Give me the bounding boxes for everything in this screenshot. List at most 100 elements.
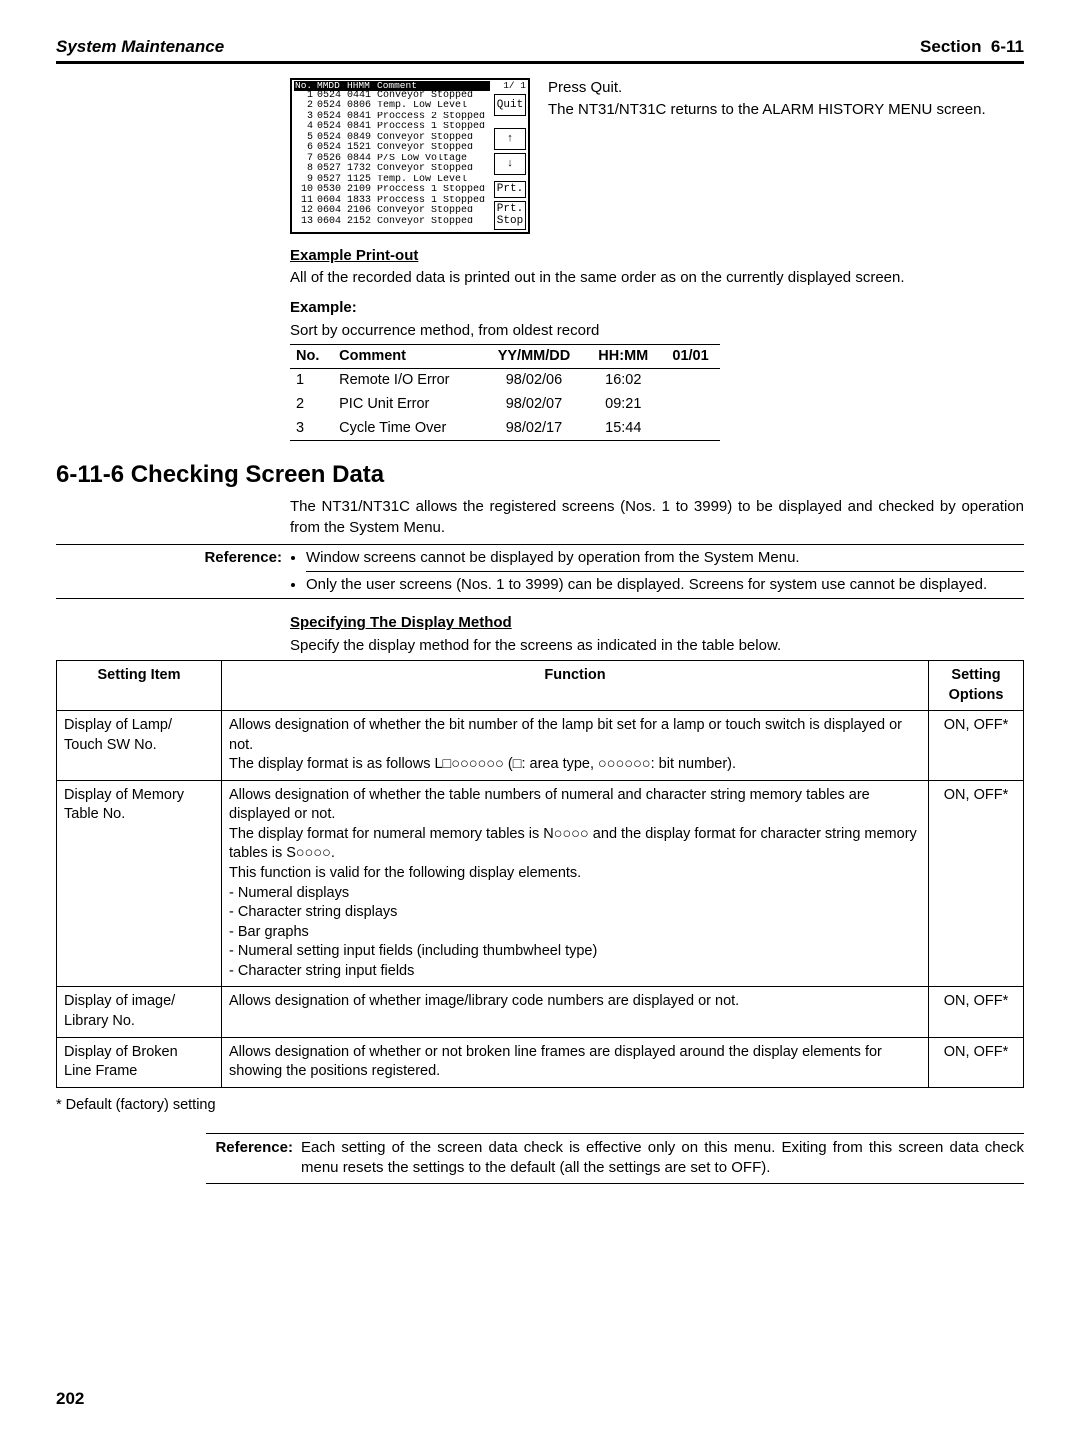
quit-button[interactable]: Quit: [494, 94, 526, 116]
settings-th-item: Setting Item: [57, 660, 222, 710]
settings-cell-item: Display of Memory Table No.: [57, 780, 222, 987]
alarm-row: 13 0604 2152 Conveyor Stopped: [294, 217, 490, 228]
spec-para: Specify the display method for the scree…: [290, 636, 1024, 656]
example-printout-section: Example Print-out All of the recorded da…: [290, 246, 1024, 441]
bottom-reference-text: Each setting of the screen data check is…: [301, 1138, 1024, 1179]
example-sort-desc: Sort by occurrence method, from oldest r…: [290, 321, 1024, 341]
header-section-label: Section: [920, 37, 981, 56]
scroll-down-button[interactable]: ↓: [494, 153, 526, 175]
alarm-row-comment: Proccess 1 Stopped: [377, 185, 489, 196]
page-header: System Maintenance Section 6-11: [56, 36, 1024, 64]
example-row: 2PIC Unit Error98/02/0709:21: [290, 393, 720, 417]
ex-th-date: YY/MM/DD: [482, 344, 585, 369]
alarm-row-time: 2152: [347, 217, 373, 228]
alarm-row-comment: Proccess 1 Stopped: [377, 122, 489, 133]
ex-cell-no: 3: [290, 417, 333, 441]
settings-th-opt: Setting Options: [929, 660, 1024, 710]
ex-th-no: No.: [290, 344, 333, 369]
reference-list: Window screens cannot be displayed by op…: [290, 548, 1024, 596]
ex-cell-date: 98/02/07: [482, 393, 585, 417]
ex-cell-blank: [661, 369, 720, 393]
page-counter: 1/ 1: [494, 81, 526, 91]
alarm-row-comment: Conveyor Stopped: [377, 206, 489, 217]
settings-cell-func: Allows designation of whether the table …: [222, 780, 929, 987]
alarm-row-no: 13: [295, 217, 313, 228]
specifying-display-method: Specifying The Display Method Specify th…: [290, 613, 1024, 656]
alarm-history-list: No. MMDD HHMM Comment 105240441Conveyor …: [292, 80, 492, 232]
header-section-number: 6-11: [991, 37, 1024, 56]
ex-cell-time: 16:02: [586, 369, 662, 393]
instruction-line-1: Press Quit.: [548, 78, 1024, 98]
ex-th-page: 01/01: [661, 344, 720, 369]
alarm-row-comment: Conveyor Stopped: [377, 164, 489, 175]
alarm-row-comment: P/S Low Voltage: [377, 154, 489, 165]
print-stop-button[interactable]: Prt. Stop: [494, 201, 526, 230]
settings-th-func: Function: [222, 660, 929, 710]
ex-cell-blank: [661, 393, 720, 417]
alarm-row-comment: Temp. Low Level: [377, 101, 489, 112]
header-right: Section 6-11: [920, 36, 1024, 59]
ex-th-time: HH:MM: [586, 344, 662, 369]
example-label: Example:: [290, 298, 1024, 318]
alarm-history-device-screen: No. MMDD HHMM Comment 105240441Conveyor …: [290, 78, 530, 234]
reference-item: Window screens cannot be displayed by op…: [306, 548, 1024, 572]
ex-cell-date: 98/02/06: [482, 369, 585, 393]
reference-label: Reference:: [186, 548, 282, 568]
reference-block: Reference: Window screens cannot be disp…: [56, 544, 1024, 600]
settings-row: Display of Broken Line FrameAllows desig…: [57, 1037, 1024, 1087]
ex-cell-time: 15:44: [586, 417, 662, 441]
alarm-history-side-buttons: 1/ 1 Quit ↑ ↓ Prt. Prt. Stop: [492, 80, 528, 232]
alarm-history-instructions: Press Quit. The NT31/NT31C returns to th…: [548, 78, 1024, 123]
settings-row: Display of image/ Library No.Allows desi…: [57, 987, 1024, 1037]
print-button[interactable]: Prt.: [494, 181, 526, 198]
settings-cell-func: Allows designation of whether the bit nu…: [222, 711, 929, 781]
page-number: 202: [56, 1388, 84, 1411]
settings-cell-func: Allows designation of whether or not bro…: [222, 1037, 929, 1087]
alarm-row-comment: Temp. Low Level: [377, 175, 489, 186]
alarm-row-comment: Conveyor Stopped: [377, 91, 489, 102]
bottom-reference: Reference: Each setting of the screen da…: [206, 1133, 1024, 1184]
alarm-history-screenshot-row: No. MMDD HHMM Comment 105240441Conveyor …: [290, 78, 1024, 234]
ex-cell-blank: [661, 417, 720, 441]
settings-row: Display of Lamp/ Touch SW No.Allows desi…: [57, 711, 1024, 781]
settings-footnote: * Default (factory) setting: [56, 1096, 1024, 1116]
settings-row: Display of Memory Table No.Allows design…: [57, 780, 1024, 987]
example-row: 3Cycle Time Over98/02/1715:44: [290, 417, 720, 441]
alarm-row-date: 0604: [317, 217, 343, 228]
settings-cell-opt: ON, OFF*: [929, 780, 1024, 987]
alarm-row-comment: Conveyor Stopped: [377, 217, 489, 228]
ex-cell-comment: PIC Unit Error: [333, 393, 482, 417]
ex-th-comment: Comment: [333, 344, 482, 369]
alarm-row-comment: Conveyor Stopped: [377, 143, 489, 154]
example-printout-para: All of the recorded data is printed out …: [290, 268, 1024, 288]
settings-cell-func: Allows designation of whether image/libr…: [222, 987, 929, 1037]
section-heading: 6-11-6 Checking Screen Data: [56, 459, 1024, 491]
settings-cell-opt: ON, OFF*: [929, 987, 1024, 1037]
settings-cell-item: Display of Broken Line Frame: [57, 1037, 222, 1087]
example-row: 1Remote I/O Error98/02/0616:02: [290, 369, 720, 393]
section-intro: The NT31/NT31C allows the registered scr…: [290, 497, 1024, 538]
settings-cell-opt: ON, OFF*: [929, 711, 1024, 781]
spec-heading: Specifying The Display Method: [290, 613, 1024, 633]
ex-cell-comment: Cycle Time Over: [333, 417, 482, 441]
bottom-reference-label: Reference:: [206, 1138, 293, 1179]
settings-cell-item: Display of image/ Library No.: [57, 987, 222, 1037]
alarm-row-comment: Conveyor Stopped: [377, 133, 489, 144]
alarm-row-comment: Proccess 1 Stopped: [377, 196, 489, 207]
ex-cell-no: 2: [290, 393, 333, 417]
example-table: No. Comment YY/MM/DD HH:MM 01/01 1Remote…: [290, 344, 720, 441]
col-comment: Comment: [377, 81, 489, 91]
reference-item: Only the user screens (Nos. 1 to 3999) c…: [306, 575, 1024, 595]
example-printout-heading: Example Print-out: [290, 246, 1024, 266]
settings-table: Setting Item Function Setting Options Di…: [56, 660, 1024, 1088]
instruction-line-2: The NT31/NT31C returns to the ALARM HIST…: [548, 100, 1024, 120]
header-left: System Maintenance: [56, 36, 224, 59]
ex-cell-no: 1: [290, 369, 333, 393]
ex-cell-date: 98/02/17: [482, 417, 585, 441]
settings-cell-opt: ON, OFF*: [929, 1037, 1024, 1087]
ex-cell-time: 09:21: [586, 393, 662, 417]
ex-cell-comment: Remote I/O Error: [333, 369, 482, 393]
settings-cell-item: Display of Lamp/ Touch SW No.: [57, 711, 222, 781]
scroll-up-button[interactable]: ↑: [494, 128, 526, 150]
alarm-row-comment: Proccess 2 Stopped: [377, 112, 489, 123]
